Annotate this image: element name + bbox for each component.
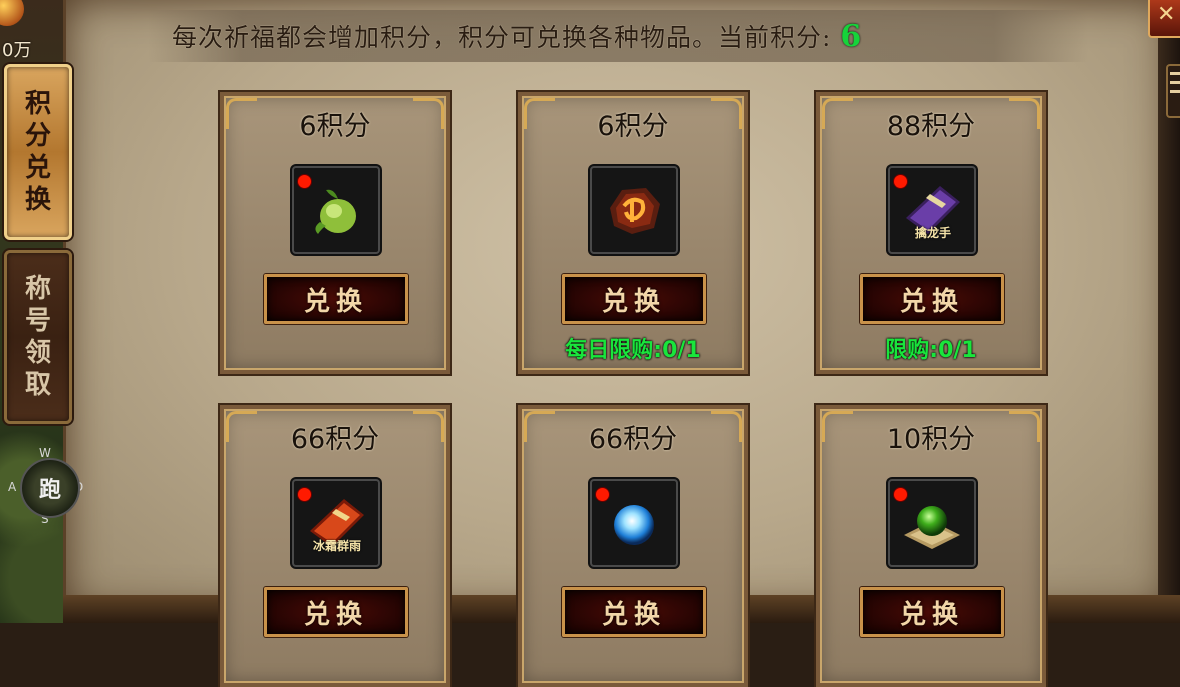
tab-char: 号: [24, 306, 51, 336]
joystick-key-left: A: [8, 480, 17, 494]
exchange-button[interactable]: 兑换: [562, 587, 706, 637]
item-card: 6积分 兑换: [220, 92, 450, 374]
item-card: 10积分 兑换: [816, 405, 1046, 687]
money-readout: 0万: [2, 40, 32, 61]
item-slot[interactable]: [590, 479, 678, 567]
item-slot[interactable]: 冰霜群雨: [292, 479, 380, 567]
exchange-button[interactable]: 兑换: [860, 587, 1004, 637]
item-card: 66积分 冰霜群雨 兑换: [220, 405, 450, 687]
item-slot[interactable]: [888, 479, 976, 567]
green-orb-pedestal-icon: [904, 506, 960, 549]
exchange-button[interactable]: 兑换: [860, 274, 1004, 324]
tab-char: 取: [24, 370, 51, 400]
exchange-button[interactable]: 兑换: [264, 587, 408, 637]
purchase-limit: 限购:0/1: [885, 338, 977, 363]
book-caption: 擒龙手: [914, 226, 951, 240]
item-slot[interactable]: 擒龙手: [888, 166, 976, 254]
item-cost: 66积分: [588, 424, 678, 455]
item-card: 66积分 兑换: [518, 405, 748, 687]
run-joystick[interactable]: 跑: [20, 458, 80, 518]
item-card: 6积分 兑换 每日限购:0/1: [518, 92, 748, 374]
menu-toggle-button[interactable]: [1166, 64, 1180, 118]
item-cost: 6积分: [597, 111, 669, 142]
item-cost: 88积分: [886, 111, 976, 142]
item-cost: 6积分: [299, 111, 371, 142]
item-slot[interactable]: [292, 166, 380, 254]
points-description: 每次祈福都会增加积分，积分可兑换各种物品。当前积分: 6: [172, 18, 862, 58]
blue-orb-icon: [614, 505, 654, 545]
exchange-button[interactable]: 兑换: [264, 274, 408, 324]
exchange-button[interactable]: 兑换: [562, 274, 706, 324]
tab-char: 兑: [24, 153, 51, 183]
close-button[interactable]: [1148, 0, 1180, 38]
item-card: 88积分 擒龙手 兑换 限购:0/1: [816, 92, 1046, 374]
points-description-text: 每次祈福都会增加积分，积分可兑换各种物品。当前积分:: [172, 23, 832, 52]
tab-title-claim[interactable]: 称 号 领 取: [4, 250, 72, 424]
book-caption: 冰霜群雨: [312, 539, 361, 553]
current-points-value: 6: [840, 19, 863, 54]
item-slot[interactable]: [590, 166, 678, 254]
fire-rune-stone-icon: [610, 188, 660, 234]
tab-points-exchange[interactable]: 积 分 兑 换: [4, 64, 72, 240]
item-cost: 10积分: [886, 424, 976, 455]
green-fruit-icon: [315, 189, 356, 234]
tab-char: 换: [24, 185, 51, 215]
purchase-limit: 每日限购:0/1: [565, 338, 701, 363]
tab-char: 称: [24, 274, 51, 304]
tab-char: 领: [24, 338, 51, 368]
tab-char: 分: [24, 121, 51, 151]
tab-char: 积: [24, 89, 51, 119]
item-cost: 66积分: [290, 424, 380, 455]
